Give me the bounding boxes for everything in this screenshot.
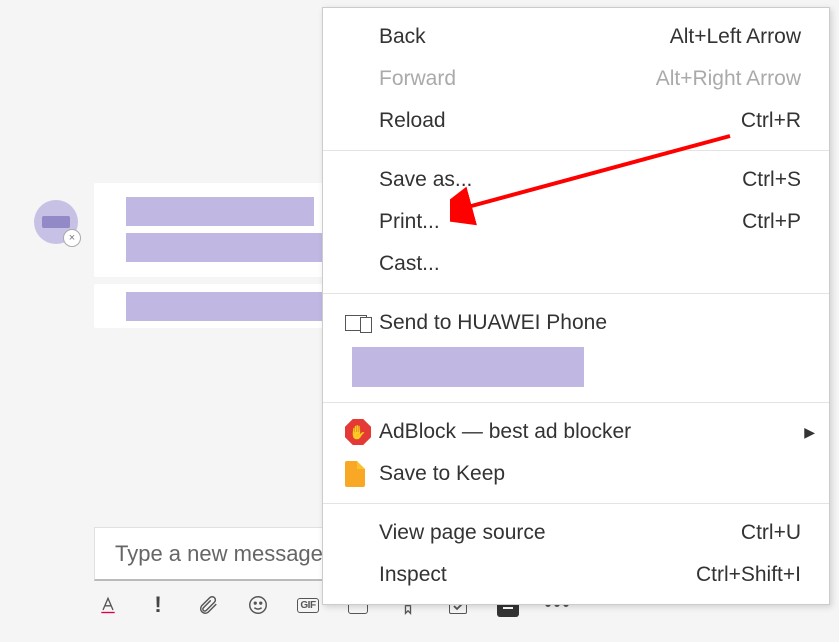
menu-shortcut: Ctrl+Shift+I: [696, 563, 801, 587]
context-menu-back[interactable]: Back Alt+Left Arrow: [323, 16, 829, 58]
redacted-text: [126, 292, 330, 321]
context-menu-adblock[interactable]: ✋ AdBlock — best ad blocker ▶: [323, 411, 829, 453]
redacted-text: [126, 233, 330, 262]
menu-divider: [323, 293, 829, 294]
context-menu-forward: Forward Alt+Right Arrow: [323, 58, 829, 100]
redacted-menu-row: [352, 347, 584, 387]
context-menu-send-to-phone[interactable]: Send to HUAWEI Phone: [323, 302, 829, 344]
devices-icon: [345, 315, 379, 331]
menu-label: Cast...: [379, 252, 801, 276]
menu-label: Print...: [379, 210, 742, 234]
context-menu-reload[interactable]: Reload Ctrl+R: [323, 100, 829, 142]
message-input[interactable]: [115, 541, 329, 567]
priority-icon[interactable]: !: [147, 594, 169, 616]
menu-label: AdBlock — best ad blocker: [379, 420, 801, 444]
gif-icon[interactable]: GIF: [297, 594, 319, 616]
format-icon[interactable]: [97, 594, 119, 616]
attach-icon[interactable]: [197, 594, 219, 616]
context-menu-print[interactable]: Print... Ctrl+P: [323, 201, 829, 243]
redacted-text: [126, 197, 314, 226]
message-composer[interactable]: [94, 527, 330, 581]
context-menu-cast[interactable]: Cast...: [323, 243, 829, 285]
menu-label: Save to Keep: [379, 462, 801, 486]
avatar-redacted: [42, 216, 70, 228]
menu-label: Back: [379, 25, 670, 49]
context-menu-view-source[interactable]: View page source Ctrl+U: [323, 512, 829, 554]
menu-divider: [323, 503, 829, 504]
menu-label: Send to HUAWEI Phone: [379, 311, 801, 335]
presence-badge-offline: ×: [63, 229, 81, 247]
menu-label: Save as...: [379, 168, 742, 192]
menu-shortcut: Ctrl+U: [741, 521, 801, 545]
menu-divider: [323, 150, 829, 151]
emoji-icon[interactable]: [247, 594, 269, 616]
menu-label: View page source: [379, 521, 741, 545]
menu-shortcut: Alt+Right Arrow: [656, 67, 801, 91]
menu-shortcut: Ctrl+P: [742, 210, 801, 234]
menu-label: Forward: [379, 67, 656, 91]
chevron-right-icon: ▶: [804, 424, 815, 441]
avatar: ×: [34, 200, 78, 244]
keep-icon: [345, 461, 379, 487]
context-menu-inspect[interactable]: Inspect Ctrl+Shift+I: [323, 554, 829, 596]
context-menu-save-to-keep[interactable]: Save to Keep: [323, 453, 829, 495]
menu-shortcut: Ctrl+R: [741, 109, 801, 133]
context-menu: Back Alt+Left Arrow Forward Alt+Right Ar…: [322, 7, 830, 605]
chat-pane: × ! GIF + •••: [0, 0, 330, 642]
menu-label: Inspect: [379, 563, 696, 587]
context-menu-save-as[interactable]: Save as... Ctrl+S: [323, 159, 829, 201]
menu-shortcut: Ctrl+S: [742, 168, 801, 192]
adblock-icon: ✋: [345, 419, 379, 445]
menu-divider: [323, 402, 829, 403]
menu-shortcut: Alt+Left Arrow: [670, 25, 801, 49]
menu-label: Reload: [379, 109, 741, 133]
